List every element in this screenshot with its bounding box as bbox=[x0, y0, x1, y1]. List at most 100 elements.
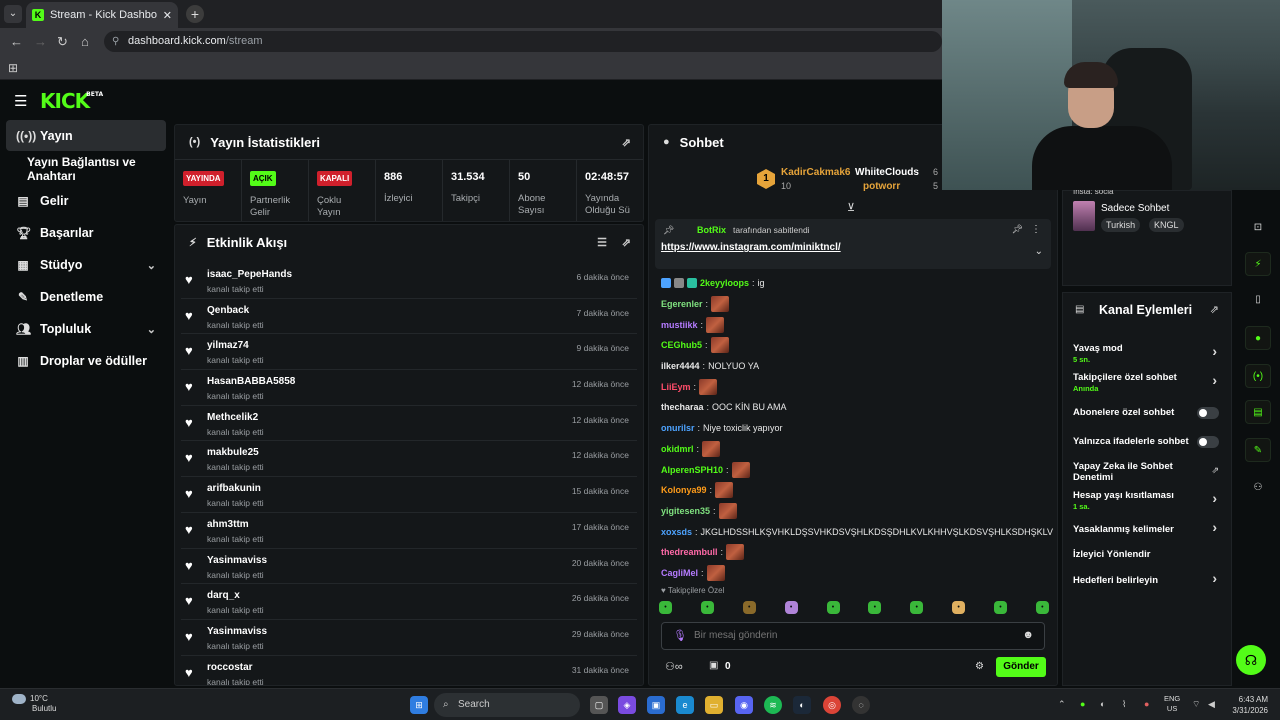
chat-username[interactable]: Egerenler bbox=[661, 296, 703, 312]
chat-username[interactable]: yigitesen35 bbox=[661, 503, 710, 519]
chat-bubble-icon[interactable]: ● bbox=[1245, 326, 1271, 350]
popout-icon[interactable]: ⇗ bbox=[1210, 303, 1219, 316]
action-followers-only[interactable]: Takipçilere özel sohbet Anında › bbox=[1073, 372, 1223, 394]
tray-mic-icon[interactable]: ● bbox=[1144, 699, 1149, 709]
chat-username[interactable]: 2keyyloops bbox=[700, 275, 749, 291]
unpin-icon[interactable]: 📌︎ bbox=[1012, 224, 1023, 235]
copilot-icon[interactable]: ◈ bbox=[618, 696, 636, 714]
event-username[interactable]: arifbakunin bbox=[207, 483, 261, 494]
edge-icon[interactable]: e bbox=[676, 696, 694, 714]
new-tab-button[interactable]: + bbox=[186, 5, 204, 23]
chrome-icon[interactable]: ◎ bbox=[823, 696, 841, 714]
tag-chip[interactable]: KNGL bbox=[1149, 218, 1184, 232]
chat-username[interactable]: ilker4444 bbox=[661, 358, 700, 374]
chat-username[interactable]: thedreambull bbox=[661, 544, 718, 560]
emote-icon[interactable]: • bbox=[700, 601, 714, 614]
file-explorer-icon[interactable]: ▭ bbox=[705, 696, 723, 714]
emote-icon[interactable]: • bbox=[868, 601, 882, 614]
event-username[interactable]: Yasinmaviss bbox=[207, 555, 267, 566]
sidebar-item-drops[interactable]: ▥ Droplar ve ödüller bbox=[0, 345, 172, 377]
chat-username[interactable]: thecharaa bbox=[661, 399, 704, 415]
more-options-icon[interactable]: ⋮ bbox=[1031, 224, 1041, 235]
emote-icon[interactable]: • bbox=[659, 601, 672, 614]
event-username[interactable]: HasanBABBA5858 bbox=[207, 376, 295, 387]
chat-username[interactable]: CagliMel bbox=[661, 565, 698, 581]
chat-username[interactable]: LiiEym bbox=[661, 379, 691, 395]
emote-icon[interactable]: • bbox=[784, 601, 798, 614]
document-icon[interactable]: ▯ bbox=[1245, 288, 1271, 312]
event-username[interactable]: Yasinmaviss bbox=[207, 626, 267, 637]
wrench-icon[interactable]: ✎ bbox=[1245, 438, 1271, 462]
wifi-icon[interactable]: ⌔ bbox=[1192, 699, 1200, 710]
chat-username[interactable]: Kolonya99 bbox=[661, 482, 707, 498]
action-raid[interactable]: İzleyici Yönlendir bbox=[1073, 549, 1223, 560]
reload-icon[interactable]: ↻ bbox=[57, 34, 68, 50]
chevron-down-icon[interactable]: ⌄ bbox=[147, 259, 156, 272]
leaderboard-user[interactable]: KadirCakmak6 bbox=[781, 167, 850, 178]
filter-icon[interactable]: ☰ bbox=[597, 236, 607, 249]
sidebar-item-revenue[interactable]: ▤ Gelir bbox=[0, 185, 172, 217]
event-username[interactable]: makbule25 bbox=[207, 447, 259, 458]
tab-search-button[interactable]: ⌄ bbox=[4, 5, 22, 23]
chevron-down-icon[interactable]: ⌄ bbox=[147, 323, 156, 336]
browser-tab[interactable]: K Stream - Kick Dashboard ✕ bbox=[26, 2, 178, 28]
action-account-age[interactable]: Hesap yaşı kısıtlaması 1 sa. › bbox=[1073, 490, 1223, 512]
subscribers-only-toggle[interactable] bbox=[1197, 407, 1219, 419]
menu-icon[interactable]: ☰ bbox=[14, 92, 27, 110]
stats-icon[interactable]: ▤ bbox=[1245, 400, 1271, 424]
url-field[interactable]: ⚲ dashboard.kick.com/stream bbox=[104, 31, 942, 52]
tray-network-icon[interactable]: ⌇ bbox=[1122, 699, 1126, 710]
windows-start-icon[interactable]: ⊞ bbox=[410, 696, 428, 714]
tray-steam-icon[interactable]: ◐ bbox=[1100, 699, 1105, 709]
chevron-down-icon[interactable]: ⌄ bbox=[1035, 246, 1043, 257]
chat-input-box[interactable]: 🎙︎ ☻ bbox=[661, 622, 1045, 650]
stat-partner[interactable]: AÇIK Partnerlik Gelir bbox=[242, 160, 309, 221]
popout-icon[interactable]: ⇗ bbox=[622, 136, 631, 149]
leaderboard-user[interactable]: WhiiteClouds bbox=[855, 167, 919, 178]
chat-username[interactable]: onurilsr bbox=[661, 420, 695, 436]
taskbar-clock[interactable]: 6:43 AM 3/31/2026 bbox=[1232, 694, 1268, 716]
action-ai-moderation[interactable]: Yapay Zeka ile Sohbet Denetimi bbox=[1073, 461, 1203, 483]
task-view-icon[interactable]: ▢ bbox=[590, 696, 608, 714]
lightning-icon[interactable]: ⚡︎ bbox=[1245, 252, 1271, 276]
chat-settings-icon[interactable]: ⚙ bbox=[975, 661, 984, 672]
chat-message-input[interactable] bbox=[694, 630, 994, 641]
sidebar-item-studio[interactable]: ▦ Stüdyo ⌄ bbox=[0, 249, 172, 281]
event-username[interactable]: Methcelik2 bbox=[207, 412, 258, 423]
chat-username[interactable]: CEGhub5 bbox=[661, 337, 702, 353]
home-icon[interactable]: ⌂ bbox=[81, 34, 89, 49]
kick-logo[interactable]: KICK BETA bbox=[40, 89, 103, 113]
emote-icon[interactable]: • bbox=[994, 601, 1007, 614]
action-goals[interactable]: Hedefleri belirleyin › bbox=[1073, 571, 1223, 586]
event-username[interactable]: yilmaz74 bbox=[207, 340, 249, 351]
sidebar-item-stream-key[interactable]: Yayın Bağlantısı ve Anahtarı bbox=[0, 153, 172, 185]
category-name[interactable]: Sadece Sohbet bbox=[1101, 203, 1169, 214]
emote-icon[interactable]: • bbox=[910, 601, 924, 614]
emote-only-toggle[interactable] bbox=[1197, 436, 1219, 448]
weather-widget[interactable]: 10°C Bulutlu bbox=[12, 694, 56, 714]
tab-close-icon[interactable]: ✕ bbox=[163, 9, 172, 22]
target-icon[interactable]: ⊡ bbox=[1245, 216, 1271, 240]
action-banned-words[interactable]: Yasaklanmış kelimeler › bbox=[1073, 520, 1223, 535]
tray-chevron-icon[interactable]: ⌃ bbox=[1058, 699, 1066, 710]
back-icon[interactable]: ← bbox=[10, 34, 23, 49]
sidebar-item-moderation[interactable]: ✎ Denetleme bbox=[0, 281, 172, 313]
chat-username[interactable]: okidmrl bbox=[661, 441, 694, 457]
user-settings-icon[interactable]: ⚇ bbox=[1245, 476, 1271, 500]
tag-chip[interactable]: Turkish bbox=[1101, 218, 1141, 232]
event-username[interactable]: darq_x bbox=[207, 590, 240, 601]
site-info-icon[interactable]: ⚲ bbox=[112, 31, 119, 52]
obs-icon[interactable]: ◌ bbox=[852, 696, 870, 714]
emote-icon[interactable]: • bbox=[826, 601, 840, 614]
stat-multistream[interactable]: KAPALI Çoklu Yayın bbox=[309, 160, 376, 221]
sidebar-item-stream[interactable]: ((•)) Yayın bbox=[6, 120, 166, 151]
tray-app-icon[interactable]: ● bbox=[1080, 699, 1085, 709]
points-icon[interactable]: ▣ bbox=[709, 660, 718, 671]
user-settings-icon[interactable]: ⚇∞ bbox=[665, 660, 683, 673]
action-slow-mode[interactable]: Yavaş mod 5 sn. › bbox=[1073, 343, 1223, 365]
forward-icon[interactable]: → bbox=[34, 34, 47, 49]
leaderboard-user[interactable]: potworr bbox=[863, 181, 900, 192]
steam-icon[interactable]: ◐ bbox=[793, 696, 811, 714]
sidebar-item-achievements[interactable]: 🏆︎ Başarılar bbox=[0, 217, 172, 249]
event-username[interactable]: Qenback bbox=[207, 305, 249, 316]
